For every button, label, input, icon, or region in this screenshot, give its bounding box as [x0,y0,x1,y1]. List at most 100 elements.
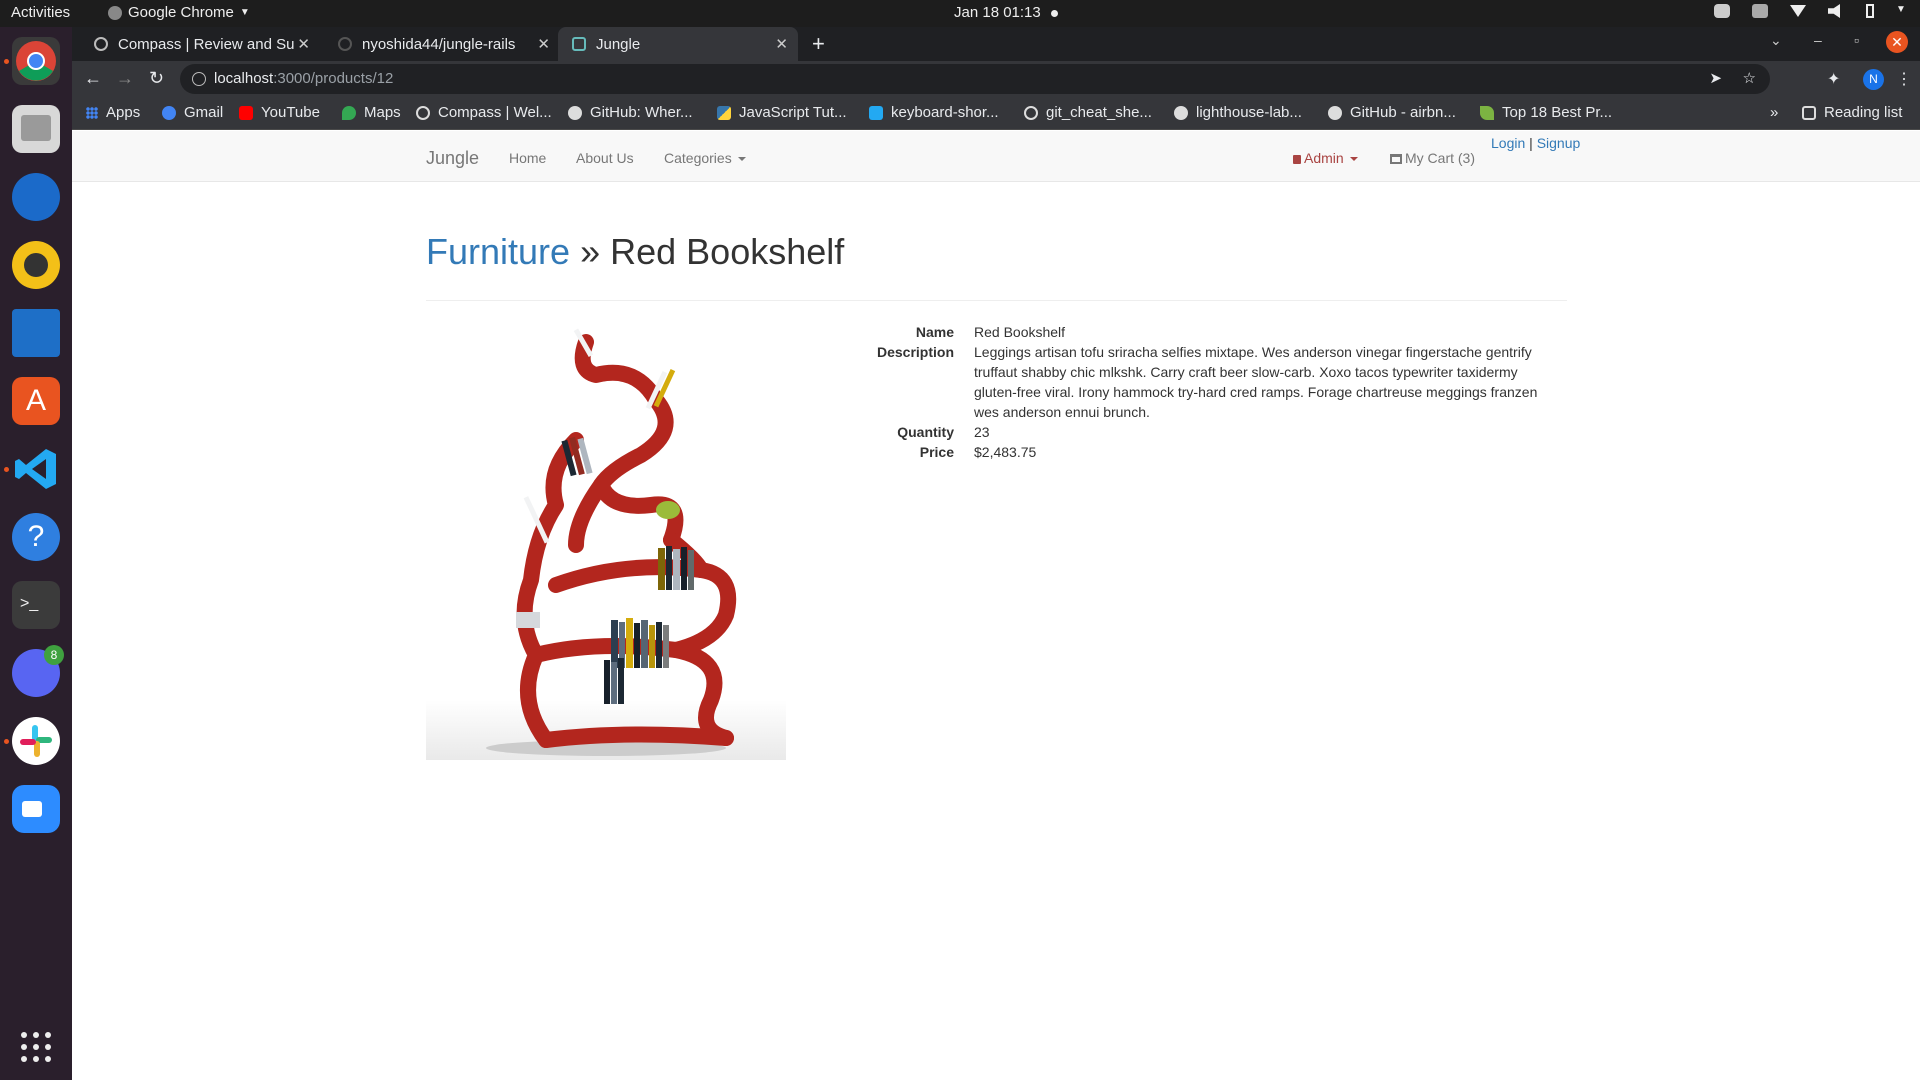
nav-home[interactable]: Home [509,150,546,166]
extensions-icon[interactable]: ✦ [1827,69,1840,89]
thunderbird-dock-icon[interactable] [12,173,60,221]
bookmark-star-icon[interactable]: ☆ [1743,64,1756,94]
close-window-icon[interactable]: ✕ [1886,31,1908,53]
tab-compass[interactable]: Compass | Review and Sul ✕ [80,27,320,61]
reading-list-icon [1802,105,1816,120]
show-apps-icon[interactable] [12,1023,60,1071]
bookmark-keyboard[interactable]: keyboard-shor... [869,104,999,121]
tab-search-icon[interactable]: ⌄ [1770,32,1782,49]
bookmark-maps[interactable]: Maps [342,104,401,121]
system-top-bar: Activities Google Chrome ▼ Jan 18 01:13 … [0,0,1920,27]
software-dock-icon[interactable]: A [12,377,60,425]
nav-about[interactable]: About Us [576,150,634,166]
volume-icon[interactable] [1828,4,1840,18]
cart-icon [1390,154,1402,164]
new-tab-icon[interactable]: + [812,31,825,57]
category-link[interactable]: Furniture [426,231,570,272]
back-icon[interactable]: ← [84,68,102,89]
clock-label: Jan 18 01:13 [954,4,1041,21]
restore-icon[interactable]: ▫ [1854,32,1859,48]
send-to-devices-icon[interactable]: ➤ [1709,64,1722,94]
notification-badge: 8 [44,645,64,665]
compass-favicon-icon [94,37,108,51]
globe-icon [1024,105,1038,120]
github-icon [568,105,582,120]
system-tray[interactable]: ▼ [1714,4,1906,18]
detail-value: 23 [974,424,990,440]
app-menu-label: Google Chrome [128,4,234,21]
bookmark-git-cheat[interactable]: git_cheat_she... [1024,104,1152,121]
detail-value: Red Bookshelf [974,324,1066,340]
chrome-dock-icon[interactable] [12,37,60,85]
slack-dock-icon[interactable] [12,717,60,765]
more-bookmarks-icon[interactable]: » [1770,104,1778,121]
youtube-icon [239,105,253,120]
activities-button[interactable]: Activities [11,4,70,21]
slack-tray-icon[interactable] [1752,4,1768,18]
files-dock-icon[interactable] [12,105,60,153]
bookmark-apps[interactable]: Apps [86,104,140,121]
app-menu[interactable]: Google Chrome ▼ [108,4,250,21]
detail-label: Name [915,324,954,340]
tab-jungle[interactable]: Jungle ✕ [558,27,798,61]
discord-tray-icon[interactable] [1714,4,1730,18]
bookmark-compass[interactable]: Compass | Wel... [416,104,552,121]
profile-avatar[interactable]: N [1863,69,1884,90]
close-tab-icon[interactable]: ✕ [537,35,550,53]
nav-admin[interactable]: Admin [1293,150,1358,166]
nav-cart[interactable]: My Cart (3) [1390,150,1475,166]
compass-icon [416,105,430,120]
notification-dot-icon [1050,9,1058,17]
github-icon [1174,105,1188,120]
signup-link[interactable]: Signup [1537,135,1581,151]
chrome-icon [108,5,122,20]
rhythmbox-dock-icon[interactable] [12,241,60,289]
chrome-menu-icon[interactable]: ⋮ [1896,69,1912,89]
writer-dock-icon[interactable] [12,309,60,357]
running-indicator [4,739,9,744]
discord-dock-icon[interactable]: 8 [12,645,64,697]
clock[interactable]: Jan 18 01:13 [954,4,1058,21]
bookmark-lighthouse[interactable]: lighthouse-lab... [1174,104,1302,121]
help-dock-icon[interactable]: ? [12,513,60,561]
bookmark-label: keyboard-shor... [891,104,999,121]
running-indicator [4,59,9,64]
login-link[interactable]: Login [1491,135,1525,151]
vscode-dock-icon[interactable] [12,445,60,493]
page-viewport: Jungle Home About Us Categories Admin My… [72,131,1920,1080]
system-menu-chevron-icon[interactable]: ▼ [1896,4,1906,18]
forward-icon[interactable]: → [116,68,134,89]
reload-icon[interactable]: ↻ [149,68,164,89]
bookmark-top18[interactable]: Top 18 Best Pr... [1480,104,1612,121]
python-icon [717,105,731,120]
close-tab-icon[interactable]: ✕ [775,35,788,53]
site-info-icon[interactable] [192,72,206,86]
battery-icon[interactable] [1866,4,1874,18]
bookmark-label: GitHub: Wher... [590,104,693,121]
zoom-dock-icon[interactable] [12,785,60,833]
detail-value: $2,483.75 [974,444,1037,460]
bookmark-youtube[interactable]: YouTube [239,104,320,121]
bookmark-label: Compass | Wel... [438,104,552,121]
site-brand[interactable]: Jungle [426,148,479,169]
wifi-icon[interactable] [1790,5,1806,17]
github-icon [1328,105,1342,120]
nav-categories[interactable]: Categories [664,150,746,166]
bookmark-gmail[interactable]: Gmail [162,104,223,121]
maps-pin-icon [342,105,356,120]
bookmark-github-airbnb[interactable]: GitHub - airbn... [1328,104,1456,121]
browser-toolbar: ← → ↻ localhost:3000/products/12 ➤ ☆ ✦ N… [72,61,1920,98]
auth-separator: | [1529,135,1533,151]
nav-cart-label: My Cart (3) [1405,150,1475,166]
site-navbar: Jungle Home About Us Categories Admin My… [72,131,1920,182]
close-tab-icon[interactable]: ✕ [297,35,310,53]
divider [426,300,1567,301]
reading-list[interactable]: Reading list [1802,104,1902,121]
bookmark-github-where[interactable]: GitHub: Wher... [568,104,693,121]
detail-label: Description [876,344,954,360]
address-bar[interactable]: localhost:3000/products/12 ➤ ☆ [180,64,1770,94]
bookmark-javascript[interactable]: JavaScript Tut... [717,104,847,121]
terminal-dock-icon[interactable]: >_ [12,581,60,629]
minimize-icon[interactable]: – [1814,32,1822,48]
tab-github[interactable]: nyoshida44/jungle-rails ✕ [324,27,560,61]
